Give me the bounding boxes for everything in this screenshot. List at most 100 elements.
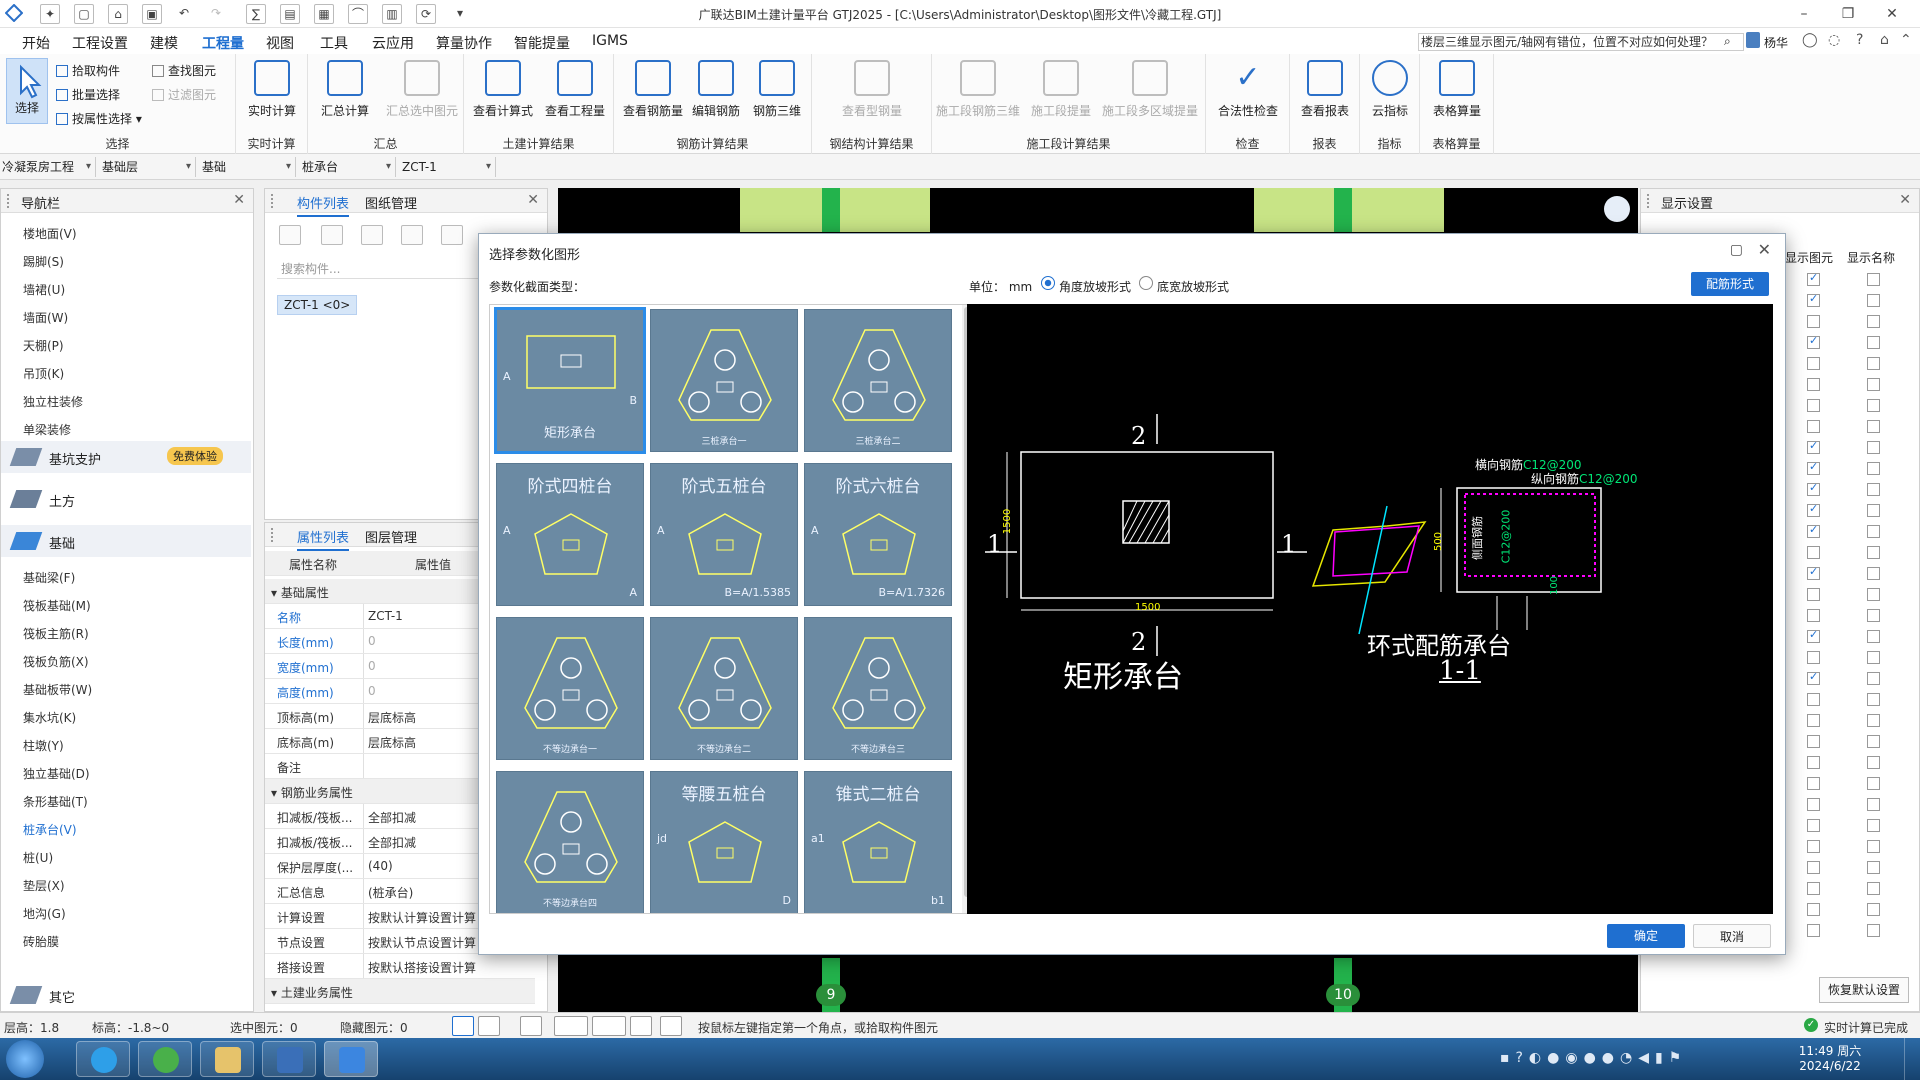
tool-icon-3[interactable]: ▦	[314, 4, 334, 24]
select-button[interactable]: 选择	[6, 58, 48, 124]
user-name[interactable]: 杨华	[1764, 34, 1788, 51]
quick-access-dropdown-icon[interactable]: ▾	[450, 4, 470, 24]
shape-thumbnail[interactable]: 阶式四桩台 A A	[496, 463, 644, 606]
nav-item[interactable]: 桩(U)	[23, 849, 53, 866]
message-icon[interactable]: ◌	[1828, 32, 1840, 48]
show-name-checkbox[interactable]	[1867, 882, 1880, 895]
show-name-checkbox[interactable]	[1867, 357, 1880, 370]
nav-item[interactable]: 踢脚(S)	[23, 253, 64, 270]
show-name-checkbox[interactable]	[1867, 504, 1880, 517]
nav-item[interactable]: 单梁装修	[23, 421, 71, 438]
find-element-button[interactable]: 查找图元	[152, 62, 216, 79]
show-element-checkbox[interactable]	[1807, 882, 1820, 895]
nav-item[interactable]: 筏板主筋(R)	[23, 625, 89, 642]
type-select[interactable]: 桩承台	[300, 157, 396, 177]
show-desktop-button[interactable]	[1904, 1038, 1920, 1080]
show-element-checkbox[interactable]	[1807, 334, 1820, 349]
shape-thumbnail[interactable]: 矩形承台 A B	[494, 307, 646, 454]
rebar-config-button[interactable]: 配筋形式	[1691, 272, 1769, 296]
menu-igms[interactable]: IGMS	[592, 33, 628, 49]
nav-item[interactable]: 垫层(X)	[23, 877, 65, 894]
view-report-button[interactable]: 查看报表	[1292, 60, 1358, 119]
show-name-checkbox[interactable]	[1867, 693, 1880, 706]
show-element-checkbox[interactable]	[1807, 460, 1820, 475]
show-name-checkbox[interactable]	[1867, 903, 1880, 916]
show-element-checkbox[interactable]	[1807, 670, 1820, 685]
show-name-checkbox[interactable]	[1867, 315, 1880, 328]
shape-thumbnail[interactable]: 锥式二桩台 a1 b1	[804, 771, 952, 913]
cross-toggle[interactable]	[520, 1016, 542, 1036]
property-group[interactable]: ▾ 土建业务属性	[265, 979, 535, 1004]
show-name-checkbox[interactable]	[1867, 483, 1880, 496]
show-element-checkbox[interactable]	[1807, 651, 1820, 664]
nav-item[interactable]: 桩承台(V)	[23, 821, 77, 838]
tool-icon-1[interactable]: ∑	[246, 4, 266, 24]
snap-toggle[interactable]	[478, 1016, 500, 1036]
nav-item[interactable]: 墙面(W)	[23, 309, 68, 326]
view-formula-button[interactable]: 查看计算式	[468, 60, 538, 119]
project-select[interactable]: 冷凝泵房工程	[0, 157, 96, 177]
summary-calc-button[interactable]: 汇总计算	[312, 60, 378, 119]
close-icon[interactable]: ✕	[527, 192, 539, 208]
property-value[interactable]: 按默认搭接设置计算	[363, 954, 535, 978]
show-element-checkbox[interactable]	[1807, 693, 1820, 706]
menu-modeling[interactable]: 建模	[150, 33, 178, 53]
show-name-checkbox[interactable]	[1867, 924, 1880, 937]
pick-component-button[interactable]: 拾取构件	[56, 62, 120, 79]
copy-icon[interactable]	[321, 225, 343, 245]
minimize-icon[interactable]: –	[1782, 2, 1826, 26]
duplicate-icon[interactable]	[401, 225, 423, 245]
nav-section-pit[interactable]: 基坑支护 免费体验	[1, 441, 251, 473]
show-name-checkbox[interactable]	[1867, 735, 1880, 748]
nav-item[interactable]: 楼地面(V)	[23, 225, 77, 242]
menu-start[interactable]: 开始	[22, 33, 50, 53]
show-name-checkbox[interactable]	[1867, 546, 1880, 559]
nav-item[interactable]: 独立基础(D)	[23, 765, 90, 782]
show-element-checkbox[interactable]	[1807, 378, 1820, 391]
nav-section-earth[interactable]: 土方	[1, 483, 251, 515]
drag-handle-icon[interactable]	[271, 528, 277, 542]
show-name-checkbox[interactable]	[1867, 273, 1880, 286]
view-quantity-button[interactable]: 查看工程量	[540, 60, 610, 119]
show-element-checkbox[interactable]	[1807, 565, 1820, 580]
show-element-checkbox[interactable]	[1807, 609, 1820, 622]
tool-icon-4[interactable]: ⌒	[348, 4, 368, 24]
shape-thumbnail[interactable]: 阶式六桩台 A B=A/1.7326	[804, 463, 952, 606]
tab-properties[interactable]: 属性列表	[297, 527, 350, 551]
show-element-checkbox[interactable]	[1807, 523, 1820, 538]
show-element-checkbox[interactable]	[1807, 588, 1820, 601]
legality-check-button[interactable]: ✓ 合法性检查	[1212, 60, 1284, 119]
show-name-checkbox[interactable]	[1867, 441, 1880, 454]
show-element-checkbox[interactable]	[1807, 924, 1820, 937]
help-search-input[interactable]: 楼层三维显示图元/轴网有错位，位置不对应如何处理？	[1418, 33, 1744, 51]
avatar[interactable]	[1746, 32, 1760, 48]
close-icon[interactable]: ✕	[233, 192, 245, 208]
drag-handle-icon[interactable]	[1647, 194, 1653, 208]
taskbar-app-browser[interactable]	[76, 1041, 130, 1077]
nav-item[interactable]: 基础梁(F)	[23, 569, 75, 586]
drag-handle-icon[interactable]	[271, 194, 277, 208]
tool-icon-5[interactable]: ▥	[382, 4, 402, 24]
redo-icon[interactable]: ↷	[206, 4, 226, 24]
show-name-checkbox[interactable]	[1867, 378, 1880, 391]
menu-view[interactable]: 视图	[266, 33, 294, 53]
table-quantity-button[interactable]: 表格算量	[1424, 60, 1490, 119]
close-icon[interactable]: ✕	[1870, 2, 1914, 26]
show-name-checkbox[interactable]	[1867, 420, 1880, 433]
filter-element-button[interactable]: 过滤图元	[152, 86, 216, 103]
search-icon[interactable]: ⌕	[1724, 34, 1731, 49]
close-icon[interactable]: ✕	[1758, 240, 1771, 259]
edit-rebar-button[interactable]: 编辑钢筋	[686, 60, 746, 119]
show-name-checkbox[interactable]	[1867, 714, 1880, 727]
show-name-checkbox[interactable]	[1867, 336, 1880, 349]
ortho-toggle[interactable]	[452, 1016, 474, 1036]
nav-item[interactable]: 基础板带(W)	[23, 681, 92, 698]
nav-item[interactable]: 筏板基础(M)	[23, 597, 91, 614]
taskbar-app-gtj[interactable]	[324, 1041, 378, 1077]
show-name-checkbox[interactable]	[1867, 777, 1880, 790]
view-cube-icon[interactable]	[1604, 196, 1630, 222]
component-item-zct1[interactable]: ZCT-1 <0>	[277, 295, 358, 315]
tab-component-list[interactable]: 构件列表	[297, 193, 350, 217]
nav-item[interactable]: 砖胎膜	[23, 933, 59, 950]
nav-item[interactable]: 条形基础(T)	[23, 793, 88, 810]
